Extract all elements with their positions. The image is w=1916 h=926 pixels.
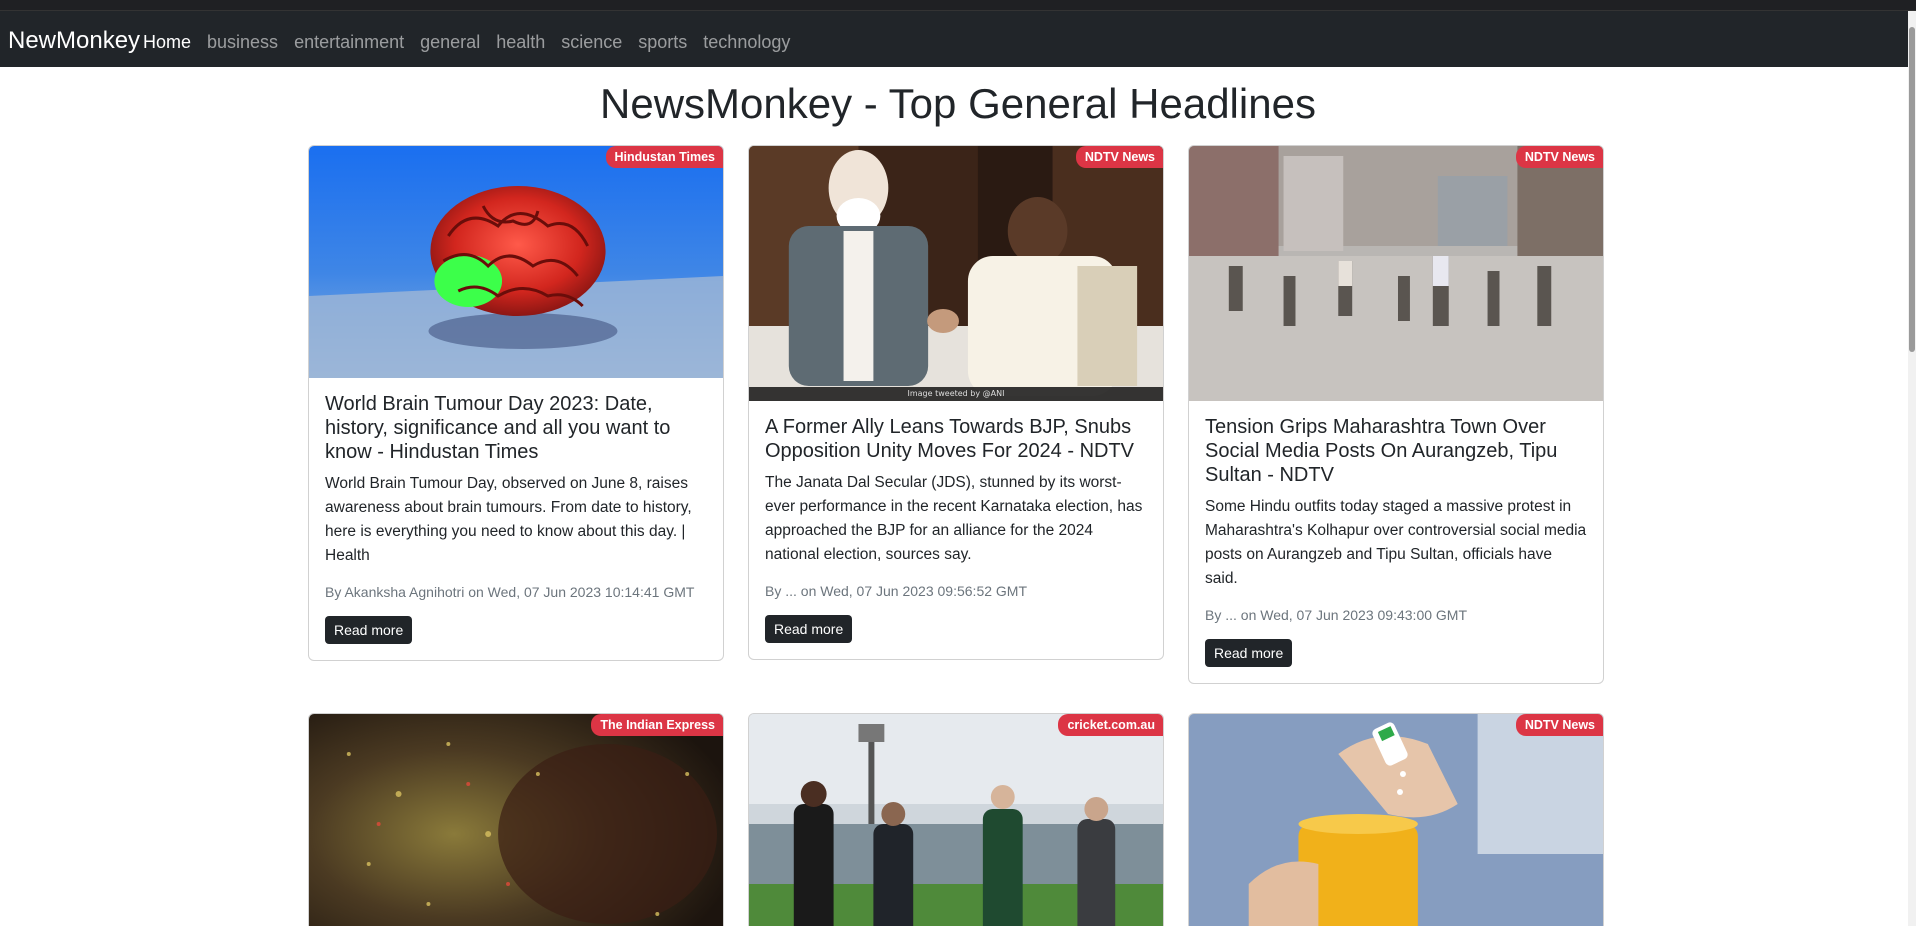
card-body: A Former Ally Leans Towards BJP, Snubs O… (749, 401, 1163, 659)
image-caption: Image tweeted by @ANI (749, 387, 1163, 401)
nav-link-entertainment[interactable]: entertainment (294, 26, 404, 53)
source-badge: NDTV News (1075, 146, 1163, 168)
card-description: World Brain Tumour Day, observed on June… (325, 475, 692, 564)
source-badge: NDTV News (1515, 146, 1603, 168)
news-card: NDTV News (1188, 713, 1604, 926)
sweetener-cup-image: NDTV News (1189, 714, 1603, 926)
street-protest-image: NDTV News (1189, 146, 1603, 401)
read-more-button[interactable]: Read more (765, 615, 853, 643)
browser-bookmarks-bar (0, 0, 1916, 11)
card-description: The Janata Dal Secular (JDS), stunned by… (765, 474, 1143, 563)
read-more-button[interactable]: Read more (1205, 639, 1293, 667)
card-meta: By ... on Wed, 07 Jun 2023 09:56:52 GMT (765, 583, 1028, 599)
source-badge: Hindustan Times (605, 146, 723, 168)
source-badge: cricket.com.au (1058, 714, 1163, 736)
navbar-brand[interactable]: NewMonkey (8, 11, 140, 67)
cricket-toss-image: cricket.com.au (749, 714, 1163, 926)
navbar: NewMonkey Home business entertainment ge… (0, 11, 1916, 67)
card-meta: By Akanksha Agnihotri on Wed, 07 Jun 202… (325, 584, 695, 600)
source-badge: NDTV News (1515, 714, 1603, 736)
nav-link-sports[interactable]: sports (638, 26, 687, 53)
galaxy-image: The Indian Express (309, 714, 723, 926)
news-card: cricket.com.au (748, 713, 1164, 926)
nav-link-technology[interactable]: technology (703, 26, 790, 53)
page-scrollbar[interactable] (1908, 11, 1916, 926)
card-body: Tension Grips Maharashtra Town Over Soci… (1189, 401, 1603, 683)
nav-link-health[interactable]: health (496, 26, 545, 53)
news-card: Image tweeted by @ANI NDTV News A Former… (748, 145, 1164, 660)
nav-link-science[interactable]: science (561, 26, 622, 53)
brain-image: Hindustan Times (309, 146, 723, 378)
nav-link-general[interactable]: general (420, 26, 480, 53)
card-title: World Brain Tumour Day 2023: Date, histo… (325, 393, 671, 463)
card-body: World Brain Tumour Day 2023: Date, histo… (309, 378, 723, 660)
read-more-button[interactable]: Read more (325, 616, 413, 644)
news-card: Hindustan Times World Brain Tumour Day 2… (308, 145, 724, 661)
news-card: The Indian Express (308, 713, 724, 926)
news-card: NDTV News Tension Grips Maharashtra Town… (1188, 145, 1604, 684)
nav-link-business[interactable]: business (207, 26, 278, 53)
leaders-meeting-image: Image tweeted by @ANI NDTV News (749, 146, 1163, 401)
card-description: Some Hindu outfits today staged a massiv… (1205, 498, 1587, 587)
page-title: NewsMonkey - Top General Headlines (600, 80, 1316, 127)
scrollbar-thumb[interactable] (1909, 27, 1915, 352)
card-meta: By ... on Wed, 07 Jun 2023 09:43:00 GMT (1205, 607, 1468, 623)
card-title: Tension Grips Maharashtra Town Over Soci… (1205, 416, 1558, 486)
nav-link-home[interactable]: Home (143, 26, 191, 53)
card-title: A Former Ally Leans Towards BJP, Snubs O… (765, 416, 1135, 462)
navbar-links: Home business entertainment general heal… (143, 11, 806, 67)
source-badge: The Indian Express (591, 714, 723, 736)
